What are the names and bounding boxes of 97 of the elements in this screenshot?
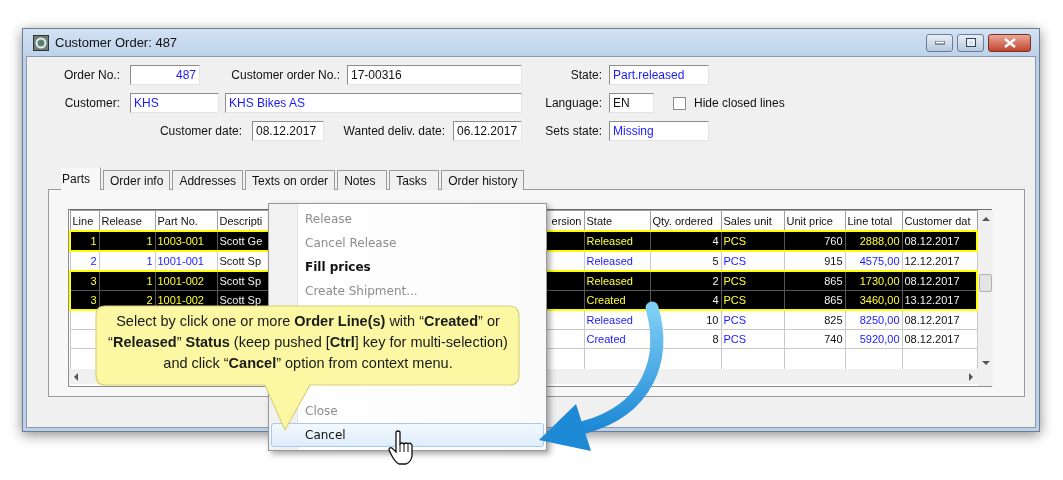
table-cell: 08.12.2017 [904,314,960,326]
table-cell: Created [586,294,626,306]
table-cell: 865 [824,294,843,306]
table-cell: 10 [706,314,719,326]
table-cell: 4 [712,235,719,247]
input-field[interactable]: KHS Bikes AS [225,93,522,113]
table-cell: PCS [723,235,747,247]
input-field[interactable]: EN [609,93,654,113]
table-cell: Created [586,333,626,345]
tab[interactable]: Parts [61,167,101,190]
table-cell: Released [586,255,633,267]
table-cell: 915 [824,255,843,267]
scroll-right-icon [968,372,974,381]
field-label: Language: [544,96,602,110]
table-cell: 760 [824,235,843,247]
input-field[interactable]: 06.12.2017 [453,121,522,141]
field-label: Order No.: [63,68,120,82]
table-cell: 08.12.2017 [904,333,960,345]
field-label: Customer order No.: [230,68,340,82]
tab[interactable]: Texts on order [245,170,336,190]
table-cell: 1 [90,235,97,247]
table-cell: 865 [824,275,843,287]
table-cell: Scott Sp [219,255,262,267]
input-field[interactable]: Missing [609,121,709,141]
tab[interactable]: Addresses [172,170,244,190]
column-header[interactable]: Line [70,210,99,231]
table-cell: 12.12.2017 [904,255,960,267]
table-cell: 13.12.2017 [904,294,960,306]
table-cell: 4 [712,294,719,306]
field-label: Customer date: [158,124,242,138]
checkbox[interactable] [673,96,686,110]
app-icon [33,34,49,51]
input-field[interactable]: 08.12.2017 [252,121,324,141]
scroll-left-icon [73,372,79,381]
tab[interactable]: Notes [337,170,388,190]
maximize-icon [965,38,976,47]
table-cell: 8 [712,333,719,345]
table-cell: 5920,00 [859,333,900,345]
table-cell: 1001-002 [157,294,204,306]
table-cell: 1001-001 [157,255,204,267]
table-cell: 8250,00 [859,314,900,326]
hand-cursor-icon [388,430,414,466]
field-label: Wanted deliv. date: [342,124,445,138]
table-cell: 1001-002 [157,275,204,287]
table-cell: Scott Sp [219,275,262,287]
table-cell: 08.12.2017 [904,275,960,287]
table-cell: 2 [146,294,153,306]
table-cell: 1003-001 [157,235,204,247]
tab[interactable]: Order info [103,170,171,190]
checkbox-label: Hide closed lines [694,96,785,110]
field-label: Sets state: [544,124,602,138]
table-cell: 3 [90,275,97,287]
table-cell: PCS [723,314,747,326]
scroll-down-icon [981,360,990,366]
table-cell: Released [586,235,633,247]
table-cell: 3460,00 [859,294,900,306]
input-field[interactable]: Part.released [609,65,709,85]
close-icon [1003,37,1016,48]
table-cell: 5 [712,255,719,267]
table-cell: 740 [824,333,843,345]
input-field[interactable]: 17-00316 [347,65,522,85]
menu-item[interactable]: Cancel [271,423,544,447]
vertical-scrollbar[interactable] [978,210,993,386]
minimize-button[interactable] [926,33,953,52]
input-field[interactable]: KHS [130,93,219,113]
table-cell: 1 [146,235,153,247]
table-cell: 1 [146,255,153,267]
table-cell: PCS [723,333,747,345]
table-cell: 825 [824,314,843,326]
table-cell: Released [586,275,633,287]
table-cell: PCS [723,255,747,267]
maximize-button[interactable] [957,33,984,52]
field-label: Customer: [63,96,120,110]
callout-text: Select by click one or more Order Line(s) with “Created” or “Released” Status (keep pushed [Ctrl] key for multi-selection) and click “Cancel” option from context menu. [107,312,509,373]
tab[interactable]: Order history [441,170,525,190]
menu-item[interactable]: Fill prices [271,255,544,279]
table-cell: 2 [90,255,97,267]
table-cell: 4575,00 [859,255,900,267]
minimize-icon [934,40,945,45]
table-cell: 2888,00 [859,235,900,247]
input-field[interactable]: 487 [130,65,200,85]
field-label: State: [569,68,602,82]
table-cell: 1 [146,275,153,287]
table-cell: 1730,00 [859,275,900,287]
scroll-thumb[interactable] [979,274,992,292]
table-cell: 08.12.2017 [904,235,960,247]
scroll-up-icon [981,216,990,222]
table-cell: PCS [723,294,747,306]
table-cell: 2 [712,275,719,287]
table-cell: PCS [723,275,747,287]
table-cell: Scott Sp [219,294,262,306]
table-cell: Released [586,314,633,326]
close-button[interactable] [988,33,1031,52]
table-cell: 3 [90,294,97,306]
table-cell: Scott Ge [219,235,263,247]
window-title: Customer Order: 487 [55,35,178,50]
tab[interactable]: Tasks [389,170,440,190]
